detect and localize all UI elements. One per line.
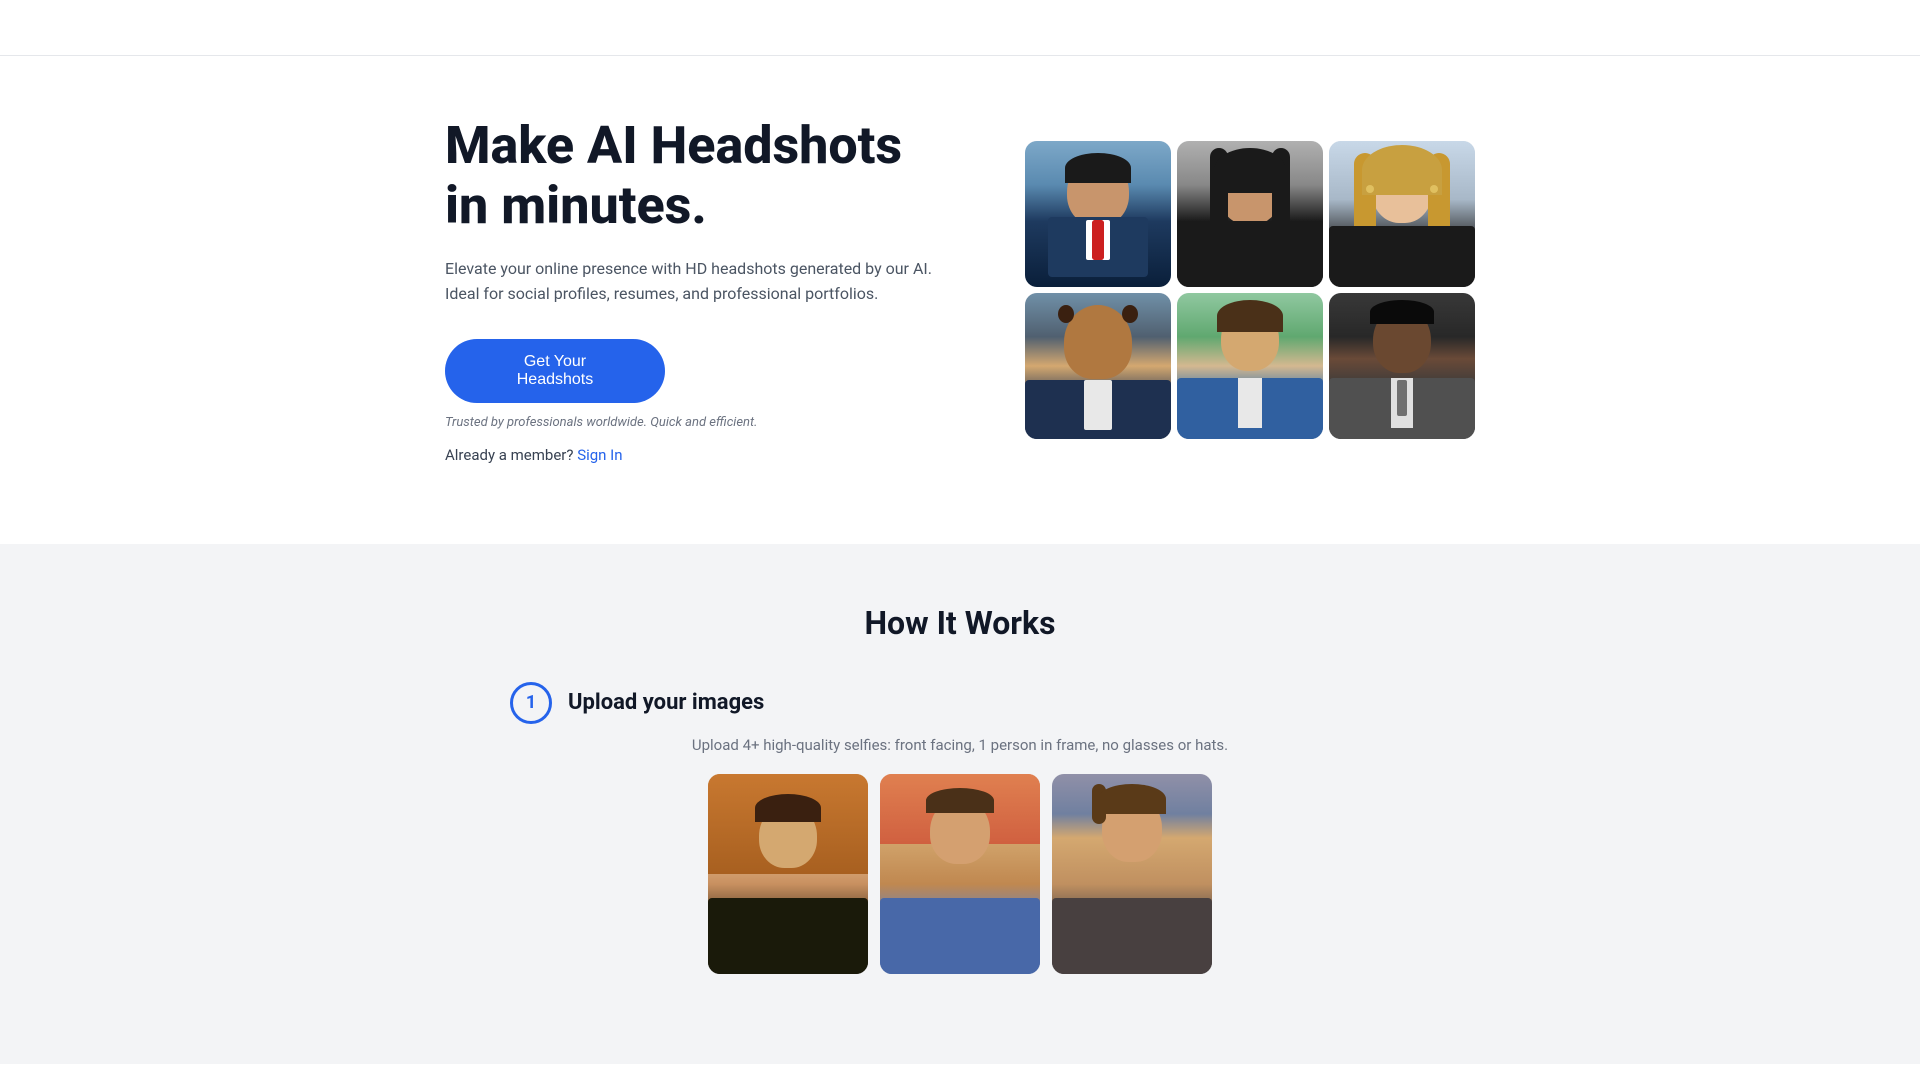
- selfie-photo-1: [708, 774, 868, 974]
- hero-title: Make AI Headshots in minutes.: [445, 116, 945, 236]
- portrait-1: [1025, 141, 1171, 287]
- photo-grid: [1025, 141, 1475, 439]
- hero-left: Make AI Headshots in minutes. Elevate yo…: [445, 116, 945, 464]
- signin-prefix: Already a member?: [445, 446, 573, 464]
- step-1: 1 Upload your images Upload 4+ high-qual…: [510, 682, 1410, 974]
- headshot-photo-4: [1025, 293, 1171, 439]
- headshot-photo-2: [1177, 141, 1323, 287]
- selfie-photo-3: [1052, 774, 1212, 974]
- signin-text: Already a member? Sign In: [445, 446, 945, 464]
- hero-section: Make AI Headshots in minutes. Elevate yo…: [260, 56, 1660, 544]
- step-1-number: 1: [510, 682, 552, 724]
- how-it-works-title: How It Works: [510, 604, 1410, 642]
- get-headshots-button[interactable]: Get Your Headshots: [445, 339, 665, 403]
- hero-subtitle: Elevate your online presence with HD hea…: [445, 256, 945, 307]
- signin-link[interactable]: Sign In: [577, 446, 622, 464]
- selfie-photo-2: [880, 774, 1040, 974]
- headshot-photo-6: [1329, 293, 1475, 439]
- nav-bar: [0, 0, 1920, 56]
- how-it-works-section: How It Works 1 Upload your images Upload…: [0, 544, 1920, 1064]
- hero-photo-grid-container: [1025, 141, 1475, 439]
- step-1-header: 1 Upload your images: [510, 682, 1410, 724]
- portrait-2: [1177, 141, 1323, 287]
- headshot-photo-1: [1025, 141, 1171, 287]
- portrait-3: [1329, 141, 1475, 287]
- how-inner: How It Works 1 Upload your images Upload…: [510, 604, 1410, 974]
- step-1-title: Upload your images: [568, 690, 764, 715]
- headshot-photo-5: [1177, 293, 1323, 439]
- step-1-description: Upload 4+ high-quality selfies: front fa…: [510, 736, 1410, 754]
- step-1-photos: [510, 774, 1410, 974]
- portrait-5: [1177, 293, 1323, 439]
- portrait-4: [1025, 293, 1171, 439]
- trusted-text: Trusted by professionals worldwide. Quic…: [445, 415, 945, 430]
- portrait-6: [1329, 293, 1475, 439]
- headshot-photo-3: [1329, 141, 1475, 287]
